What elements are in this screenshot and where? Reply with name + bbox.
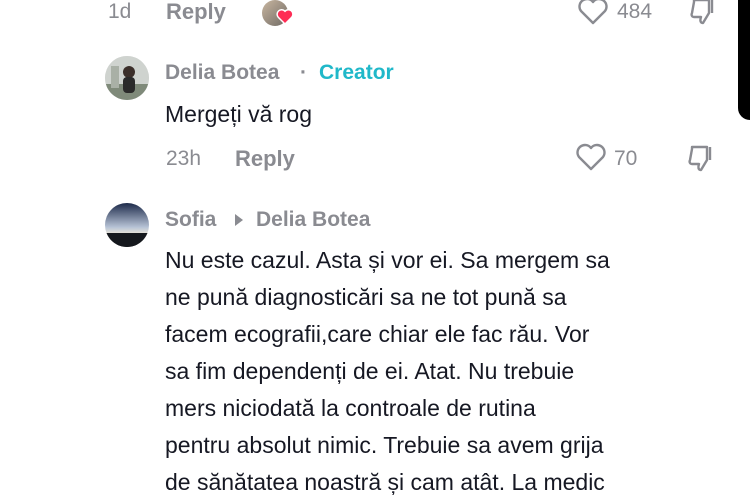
comment-time: 23h [166,147,202,170]
comment-time: 1d [108,0,132,23]
reply-button[interactable]: Reply [235,146,295,172]
like-count: 484 [617,0,653,23]
comment-text-line: ne pună diagnosticări sa ne tot pună sa [165,284,567,310]
reply-button[interactable]: Reply [166,0,226,25]
creator-badge: Creator [319,61,394,84]
avatar-photo [105,203,149,247]
comment-author[interactable]: Sofia [165,208,216,232]
dislike-icon[interactable] [688,0,720,26]
comment-text: Nu este cazul. Asta și vor ei. Sa mergem… [165,242,735,501]
heart-icon [276,9,294,25]
comment-text-line: mers niciodată la controale de rutina [165,395,536,421]
like-heart-icon[interactable] [577,0,609,26]
comment-text-line: Nu este cazul. Asta și vor ei. Sa mergem… [165,247,610,273]
reply-to-author[interactable]: Delia Botea [256,208,370,232]
user-avatar[interactable] [105,203,149,247]
comment-text-line: facem ecografii,care chiar ele fac rău. … [165,321,590,347]
reply-arrow-icon [235,214,243,226]
comment-text-line: de sănătatea noastră și cam atât. La med… [165,469,605,495]
comment-text-line: sa fim dependenți de ei. Atat. Nu trebui… [165,358,575,384]
avatar-photo [105,56,149,100]
dislike-icon[interactable] [686,143,718,173]
phone-edge-decoration [738,0,750,120]
comment-text: Mergeți vă rog [165,101,313,127]
like-count: 70 [614,147,638,170]
comment-author[interactable]: Delia Botea [165,61,279,85]
name-separator: · [300,61,307,84]
comment-text-line: pentru absolut nimic. Trebuie sa avem gr… [165,432,604,458]
like-heart-icon[interactable] [575,143,607,173]
liked-by-creator-badge [262,0,294,26]
user-avatar[interactable] [105,56,149,100]
